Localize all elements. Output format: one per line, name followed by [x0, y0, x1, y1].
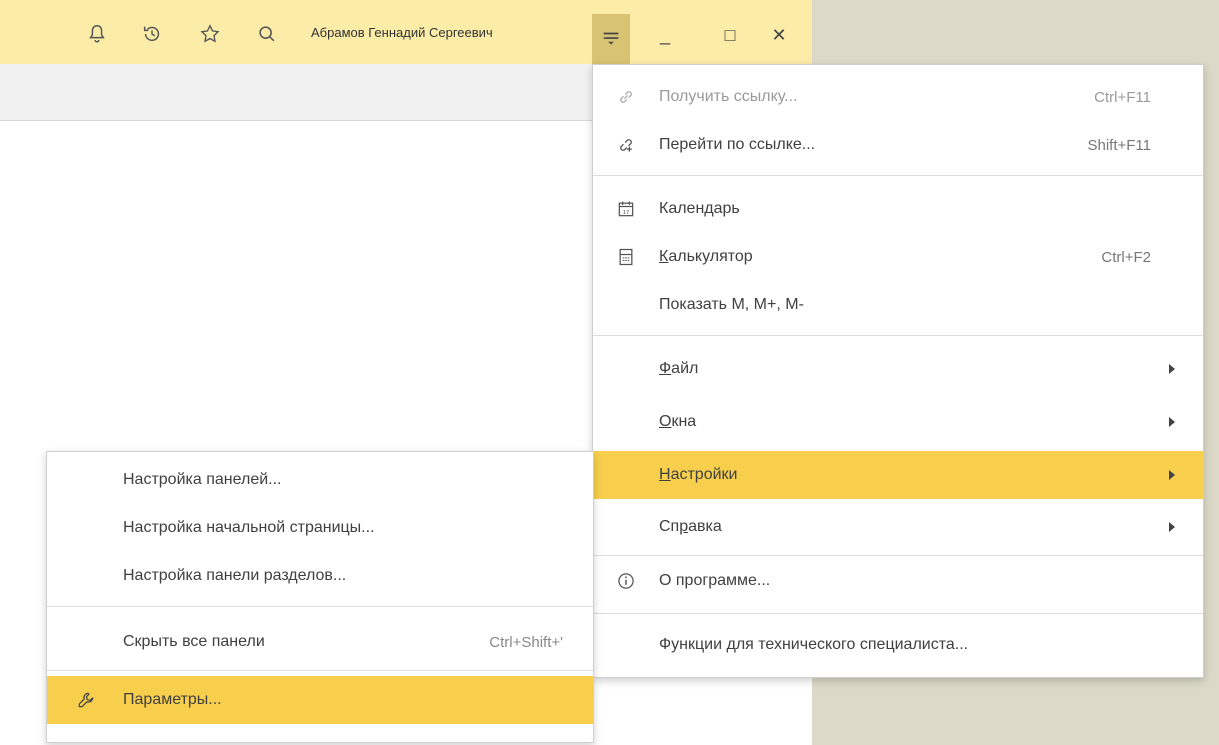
calculator-icon: [615, 246, 637, 268]
maximize-icon: □: [724, 24, 736, 45]
menu-item-label: Настройка начальной страницы...: [123, 519, 375, 536]
star-icon[interactable]: [198, 22, 222, 46]
menu-icon: [603, 32, 619, 45]
menu-item-accel: К: [659, 248, 669, 265]
svg-text:17: 17: [623, 210, 629, 216]
submenu-arrow-icon: [1169, 522, 1175, 532]
menu-item-accel: р: [679, 518, 689, 535]
settings-submenu: Настройка панелей... Настройка начальной…: [46, 451, 594, 743]
menu-item-label: О программе...: [659, 572, 771, 589]
main-menu: Получить ссылку... Ctrl+F11 Перейти по с…: [592, 64, 1204, 678]
menu-item-accel: Н: [659, 466, 671, 483]
menu-item-label: Получить ссылку...: [659, 88, 798, 105]
menu-item-about[interactable]: О программе...: [593, 557, 1203, 605]
menu-separator: [47, 606, 593, 607]
menu-item-label: Функции для технического специалиста...: [659, 636, 969, 653]
submenu-item-hide-all-panels[interactable]: Скрыть все панели Ctrl+Shift+': [47, 618, 593, 666]
menu-item-label: астройки: [670, 466, 738, 483]
shortcut: Ctrl+Shift+': [489, 633, 563, 651]
minimize-button[interactable]: _: [650, 20, 680, 50]
link-icon: [615, 86, 637, 108]
menu-item-label: Календарь: [659, 200, 740, 217]
submenu-arrow-icon: [1169, 364, 1175, 374]
menu-item-label: авка: [688, 518, 722, 535]
info-icon: [615, 570, 637, 592]
close-button[interactable]: ✕: [764, 20, 794, 50]
menu-item-label: Параметры...: [123, 691, 222, 708]
menu-item-label: Настройка панели разделов...: [123, 567, 347, 584]
menu-item-label: айл: [671, 360, 699, 377]
shortcut: Ctrl+F11: [1094, 88, 1151, 106]
menu-item-label: Сп: [659, 518, 680, 535]
goto-link-icon: [615, 134, 637, 156]
menu-item-file[interactable]: Файл: [593, 345, 1203, 393]
menu-item-label: алькулятор: [668, 248, 753, 265]
history-icon[interactable]: [140, 22, 164, 46]
menu-item-label: кна: [671, 413, 697, 430]
menu-separator: [593, 613, 1203, 614]
menu-item-accel: Ф: [659, 360, 672, 377]
menu-item-label: Перейти по ссылке...: [659, 136, 816, 153]
bell-icon[interactable]: [85, 22, 109, 46]
menu-item-settings[interactable]: Настройки: [593, 451, 1203, 499]
menu-separator: [47, 670, 593, 671]
menu-item-help[interactable]: Справка: [593, 503, 1203, 551]
menu-item-tech-functions[interactable]: Функции для технического специалиста...: [593, 621, 1203, 669]
menu-item-windows[interactable]: Окна: [593, 398, 1203, 446]
menu-item-label: Скрыть все панели: [123, 633, 265, 650]
submenu-item-parameters[interactable]: Параметры...: [47, 676, 593, 724]
menu-separator: [593, 175, 1203, 176]
menu-item-show-memory[interactable]: Показать M, M+, M-: [593, 281, 1203, 329]
minimize-icon: _: [659, 24, 670, 45]
menu-item-goto-link[interactable]: Перейти по ссылке... Shift+F11: [593, 121, 1203, 169]
submenu-item-sections-panel-settings[interactable]: Настройка панели разделов...: [47, 552, 593, 600]
main-menu-button[interactable]: [592, 14, 630, 64]
menu-item-label: Показать M, M+, M-: [659, 296, 804, 313]
menu-item-get-link[interactable]: Получить ссылку... Ctrl+F11: [593, 73, 1203, 121]
shortcut: Ctrl+F2: [1101, 248, 1151, 266]
menu-item-calendar[interactable]: 17 Календарь: [593, 185, 1203, 233]
menu-item-accel: О: [659, 413, 672, 430]
shortcut: Shift+F11: [1087, 136, 1151, 154]
close-icon: ✕: [771, 24, 787, 45]
user-name[interactable]: Абрамов Геннадий Сергеевич: [311, 25, 493, 40]
menu-separator: [593, 555, 1203, 556]
search-icon[interactable]: [255, 22, 279, 46]
submenu-item-panels-settings[interactable]: Настройка панелей...: [47, 456, 593, 504]
submenu-arrow-icon: [1169, 417, 1175, 427]
menu-item-calculator[interactable]: Калькулятор Ctrl+F2: [593, 233, 1203, 281]
submenu-item-start-page-settings[interactable]: Настройка начальной страницы...: [47, 504, 593, 552]
menu-item-label: Настройка панелей...: [123, 471, 282, 488]
calendar-icon: 17: [615, 198, 637, 220]
menu-separator: [593, 335, 1203, 336]
maximize-button[interactable]: □: [715, 20, 745, 50]
submenu-arrow-icon: [1169, 470, 1175, 480]
wrench-icon: [75, 689, 97, 711]
